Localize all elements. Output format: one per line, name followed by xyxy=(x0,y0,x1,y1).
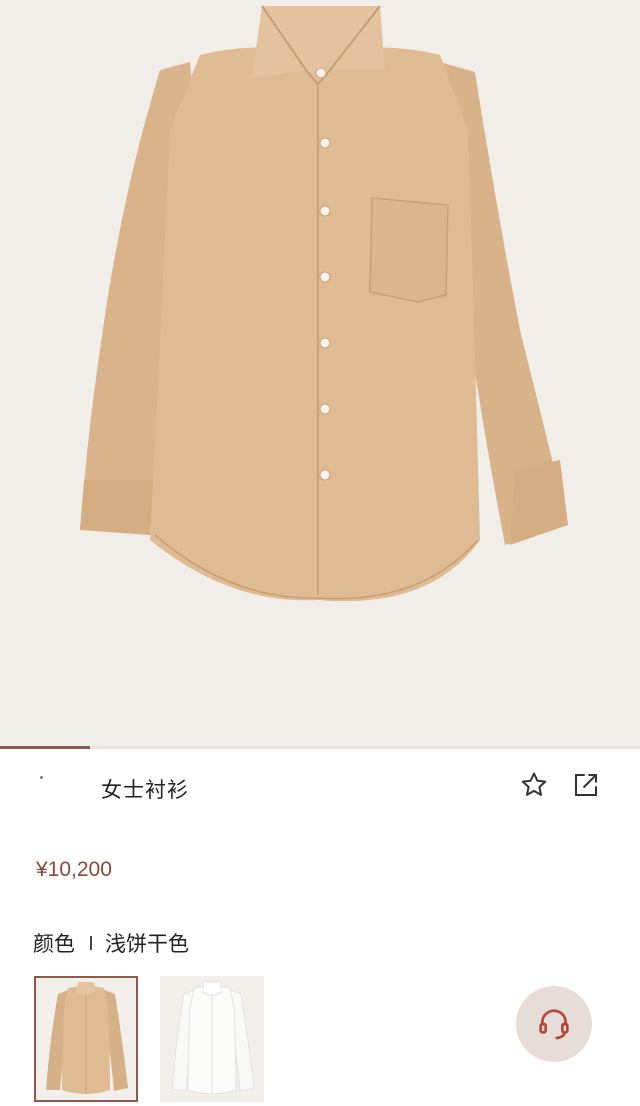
gallery-progress-fill xyxy=(0,746,90,749)
share-button[interactable] xyxy=(569,768,603,802)
gallery-progress xyxy=(0,746,640,749)
color-selector-label: 颜色 浅饼干色 xyxy=(33,928,189,958)
title-row: 女士衬衫 xyxy=(0,762,640,816)
price: ¥10,200 xyxy=(36,858,112,881)
headset-icon xyxy=(539,1009,569,1040)
color-swatch-beige[interactable] xyxy=(34,976,138,1102)
color-swatch-white[interactable] xyxy=(160,976,264,1102)
favorite-button[interactable] xyxy=(517,768,551,802)
share-icon xyxy=(575,774,597,796)
star-icon xyxy=(521,772,547,796)
brand-mark xyxy=(40,776,43,779)
beige-shirt-thumbnail xyxy=(46,982,128,1094)
color-separator xyxy=(90,936,92,950)
color-value: 浅饼干色 xyxy=(105,932,189,956)
shirt-image xyxy=(80,5,568,602)
product-title: 女士衬衫 xyxy=(101,778,189,802)
color-label: 颜色 xyxy=(33,932,75,956)
product-image[interactable] xyxy=(0,0,640,746)
customer-service-button[interactable] xyxy=(516,986,592,1062)
white-shirt-thumbnail xyxy=(171,981,255,1095)
